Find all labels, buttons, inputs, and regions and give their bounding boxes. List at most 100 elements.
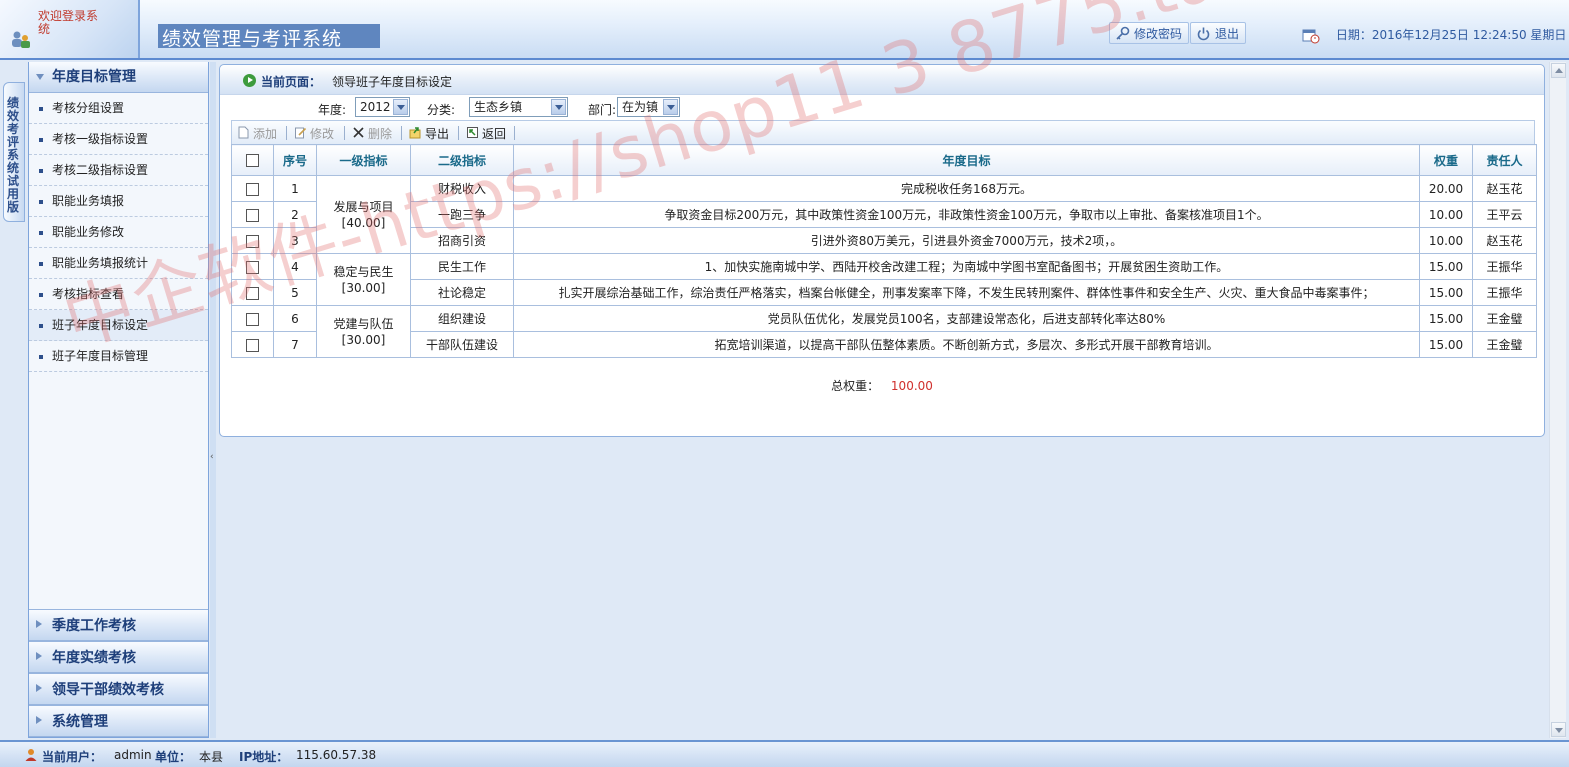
sidebar-item-level2-setup[interactable]: 考核二级指标设置: [29, 155, 208, 186]
sidebar-item-business-report[interactable]: 职能业务填报: [29, 186, 208, 217]
level1-name: 发展与项目: [333, 199, 394, 214]
calendar-clock-icon: [1302, 29, 1320, 43]
row-checkbox[interactable]: [246, 286, 259, 300]
col-seq[interactable]: 序号: [273, 144, 317, 176]
table-row[interactable]: 7 干部队伍建设 拓宽培训渠道，以提高干部队伍整体素质。不断创新方式，多层次、多…: [231, 331, 1537, 358]
table-row[interactable]: 3 招商引资 引进外资80万美元，引进县外资金7000万元，技术2项，。 10.…: [231, 227, 1537, 254]
cell-owner: 王振华: [1472, 279, 1537, 306]
category-select[interactable]: 生态乡镇: [469, 97, 568, 117]
sidebar-item-label: 职能业务填报统计: [52, 256, 149, 270]
col-weight[interactable]: 权重: [1419, 144, 1473, 176]
sidebar-group-system[interactable]: 系统管理: [29, 705, 208, 737]
back-label: 返回: [482, 127, 507, 141]
cell-goal: 1、加快实施南城中学、西陆开校舍改建工程；为南城中学图书室配备图书；开展贫困生资…: [513, 253, 1420, 280]
cell-seq: 7: [273, 331, 317, 358]
table-row[interactable]: 2 一跑三争 争取资金目标200万元，其中政策性资金100万元，非政策性资金10…: [231, 201, 1537, 228]
level1-name: 党建与队伍: [333, 316, 394, 331]
ip-label: IP地址：: [239, 750, 289, 764]
select-all-checkbox[interactable]: [246, 154, 259, 167]
sidebar-group-quarterly[interactable]: 季度工作考核: [29, 609, 208, 641]
table-row[interactable]: 5 社论稳定 扎实开展综治基础工作，综治责任严格落实，档案台帐健全，刑事发案率下…: [231, 279, 1537, 306]
row-checkbox[interactable]: [246, 182, 259, 196]
col-level1[interactable]: 一级指标: [316, 144, 411, 176]
sidebar-item-team-goal-setting[interactable]: 班子年度目标设定: [29, 310, 208, 341]
row-select-cell[interactable]: [231, 175, 274, 202]
year-select[interactable]: 2012: [355, 97, 410, 117]
cell-goal: 党员队伍优化，发展党员100名，支部建设常态化，后进支部转化率达80%: [513, 305, 1420, 332]
chevron-down-icon: [663, 99, 678, 115]
logout-button[interactable]: 退出: [1190, 22, 1247, 44]
row-checkbox[interactable]: [246, 234, 259, 248]
cell-owner: 王金璧: [1472, 305, 1537, 332]
col-goal[interactable]: 年度目标: [513, 144, 1420, 176]
cell-owner: 王金璧: [1472, 331, 1537, 358]
back-button[interactable]: 返回: [466, 125, 506, 142]
cell-level2: 民生工作: [410, 253, 514, 280]
export-button[interactable]: 导出: [409, 125, 449, 142]
sidebar-item-indicator-view[interactable]: 考核指标查看: [29, 279, 208, 310]
dept-select[interactable]: 在为镇: [617, 97, 680, 117]
row-select-cell[interactable]: [231, 253, 274, 280]
row-select-cell[interactable]: [231, 201, 274, 228]
collapse-arrow-icon[interactable]: ‹: [210, 452, 216, 466]
change-password-button[interactable]: 修改密码: [1109, 22, 1190, 44]
cell-weight: 10.00: [1419, 201, 1473, 228]
logout-label: 退出: [1215, 27, 1240, 41]
delete-button[interactable]: 删除: [352, 125, 392, 142]
cell-level1: 党建与队伍 [30.00]: [316, 305, 411, 358]
row-checkbox[interactable]: [246, 260, 259, 274]
sidebar-item-label: 考核分组设置: [52, 101, 125, 115]
sidebar-item-business-edit[interactable]: 职能业务修改: [29, 217, 208, 248]
sidebar-item-report-stats[interactable]: 职能业务填报统计: [29, 248, 208, 279]
vertical-system-tab[interactable]: 绩效考评系统试用版: [3, 82, 25, 222]
row-select-cell[interactable]: [231, 305, 274, 332]
bullet-icon: [39, 293, 43, 297]
chevron-down-icon: [393, 99, 408, 115]
select-all-cell[interactable]: [231, 144, 274, 176]
return-icon: [467, 127, 478, 138]
bullet-icon: [39, 355, 43, 359]
cell-owner: 王平云: [1472, 201, 1537, 228]
welcome-text: 欢迎登录系统: [38, 9, 99, 36]
level1-score: [30.00]: [341, 332, 386, 347]
sidebar-item-group-setup[interactable]: 考核分组设置: [29, 93, 208, 124]
sidebar-item-team-goal-manage[interactable]: 班子年度目标管理: [29, 341, 208, 372]
sidebar-bottom-groups: 季度工作考核 年度实绩考核 领导干部绩效考核 系统管理: [29, 609, 208, 737]
table-row[interactable]: 1 发展与项目 [40.00] 财税收入 完成税收任务168万元。 20.00 …: [231, 175, 1537, 254]
scroll-up-icon[interactable]: [1551, 63, 1566, 78]
sidebar-item-label: 班子年度目标设定: [52, 318, 149, 332]
cell-goal: 引进外资80万美元，引进县外资金7000万元，技术2项，。: [513, 227, 1420, 254]
cell-weight: 10.00: [1419, 227, 1473, 254]
row-select-cell[interactable]: [231, 331, 274, 358]
table-row[interactable]: 6 党建与队伍 [30.00] 组织建设 党员队伍优化，发展党员100名，支部建…: [231, 305, 1537, 358]
add-button[interactable]: 添加: [237, 125, 277, 142]
col-level2[interactable]: 二级指标: [410, 144, 514, 176]
unit-label: 单位：: [155, 750, 192, 764]
sidebar-item-level1-setup[interactable]: 考核一级指标设置: [29, 124, 208, 155]
row-select-cell[interactable]: [231, 227, 274, 254]
filter-bar: 年度: 2012 分类: 生态乡镇 部门: 在为镇: [220, 96, 1544, 120]
row-checkbox[interactable]: [246, 338, 259, 352]
col-owner[interactable]: 责任人: [1472, 144, 1537, 176]
row-checkbox[interactable]: [246, 312, 259, 326]
breadcrumb-label: 当前页面：: [261, 75, 322, 89]
year-label: 年度:: [318, 103, 347, 117]
row-select-cell[interactable]: [231, 279, 274, 306]
sidebar-group-annual-goals[interactable]: 年度目标管理: [29, 62, 208, 93]
goals-table: 序号 一级指标 二级指标 年度目标 权重 责任人 1 发展与项目 [40.00]…: [231, 144, 1537, 358]
play-icon: [243, 74, 256, 87]
system-title: 绩效管理与考评系统: [162, 28, 343, 50]
sidebar-group-annual-performance[interactable]: 年度实绩考核: [29, 641, 208, 673]
cell-seq: 5: [273, 279, 317, 306]
vertical-scrollbar[interactable]: [1549, 62, 1566, 738]
edit-button[interactable]: 修改: [294, 125, 334, 142]
sidebar-collapse-bar[interactable]: ‹: [210, 62, 216, 738]
edit-label: 修改: [310, 127, 335, 141]
scroll-down-icon[interactable]: [1551, 722, 1566, 737]
cell-weight: 15.00: [1419, 253, 1473, 280]
sidebar-group-leader-performance[interactable]: 领导干部绩效考核: [29, 673, 208, 705]
sidebar-item-label: 考核二级指标设置: [52, 163, 149, 177]
sidebar-group-label: 年度实绩考核: [52, 650, 136, 666]
row-checkbox[interactable]: [246, 208, 259, 222]
table-row[interactable]: 4 稳定与民生 [30.00] 民生工作 1、加快实施南城中学、西陆开校舍改建工…: [231, 253, 1537, 306]
